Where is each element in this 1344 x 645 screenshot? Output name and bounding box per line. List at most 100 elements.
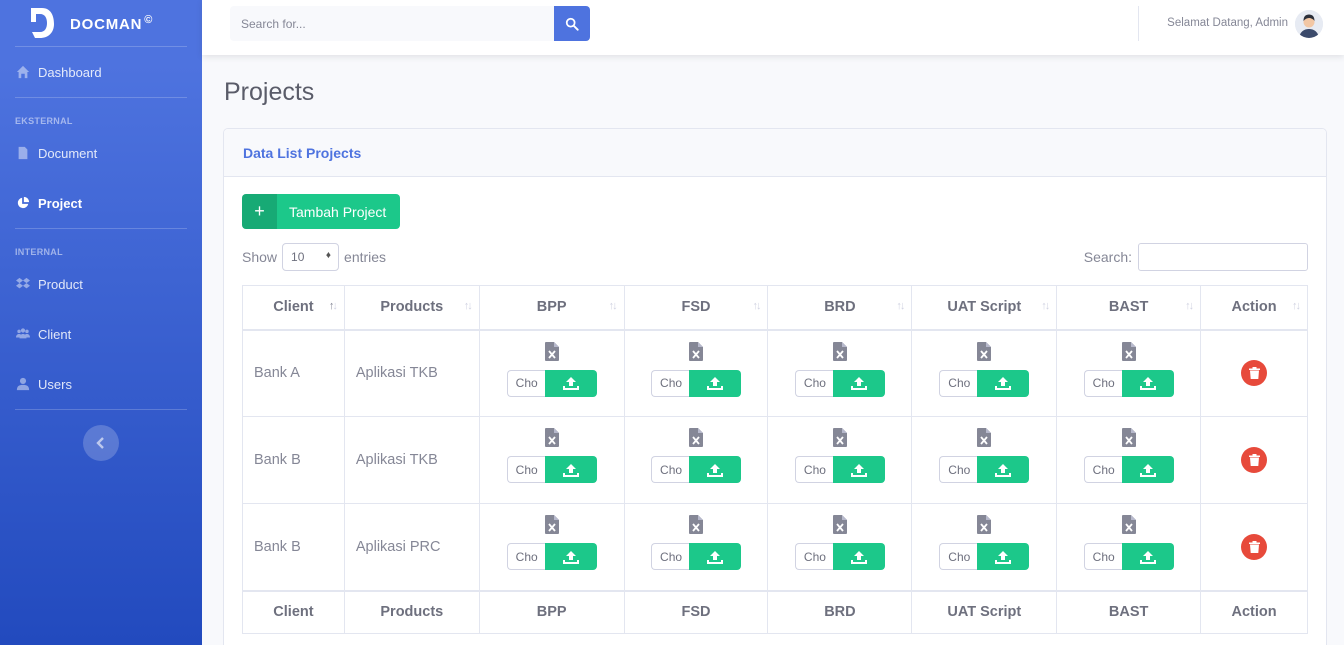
trash-icon — [1248, 367, 1260, 380]
column-header[interactable]: BAST ↑↓ — [1056, 285, 1202, 331]
choose-file-input[interactable]: Cho — [651, 369, 690, 397]
file-excel-icon — [1121, 428, 1136, 447]
home-icon — [16, 65, 30, 79]
brand[interactable]: DOCMAN © — [0, 0, 202, 46]
upload-button[interactable] — [1121, 369, 1174, 397]
search-button[interactable] — [554, 6, 590, 41]
file-upload: Cho — [794, 369, 885, 397]
sidebar-item-document[interactable]: Document — [0, 128, 202, 178]
sidebar-item-product[interactable]: Product — [0, 259, 202, 309]
sidebar-item-client[interactable]: Client — [0, 309, 202, 359]
choose-file-input[interactable]: Cho — [1083, 369, 1122, 397]
file-upload: Cho — [794, 456, 885, 483]
delete-button[interactable] — [1241, 447, 1268, 473]
column-header[interactable]: BRD ↑↓ — [767, 285, 913, 331]
client-cell: Bank B — [242, 416, 345, 504]
column-header[interactable]: BPP ↑↓ — [478, 285, 625, 331]
upload-icon — [1139, 463, 1156, 477]
column-header-label: Action — [1231, 299, 1277, 316]
sidebar-item-label: Project — [38, 195, 83, 211]
choose-file-input[interactable]: Cho — [1083, 456, 1122, 483]
choose-file-input[interactable]: Cho — [939, 543, 978, 570]
column-header[interactable]: UAT Script ↑↓ — [911, 285, 1058, 331]
column-footer: Action — [1200, 589, 1308, 634]
upload-button[interactable] — [832, 369, 885, 397]
sidebar-item-dashboard[interactable]: Dashboard — [0, 47, 202, 97]
delete-button[interactable] — [1241, 360, 1268, 387]
user-greeting[interactable]: Selamat Datang, Admin — [1167, 17, 1288, 29]
uat-script-cell: Cho — [911, 416, 1058, 504]
upload-button[interactable] — [832, 543, 885, 570]
upload-button[interactable] — [977, 456, 1030, 483]
dropbox-icon — [16, 277, 30, 291]
sidebar-toggle-button[interactable] — [83, 425, 119, 461]
upload-icon — [850, 463, 867, 477]
column-footer: UAT Script — [911, 589, 1058, 634]
upload-button[interactable] — [1121, 456, 1174, 483]
column-header[interactable]: FSD ↑↓ — [623, 285, 769, 331]
sidebar-item-label: Client — [38, 326, 72, 342]
choose-file-input[interactable]: Cho — [506, 456, 545, 483]
entries-label: entries — [344, 249, 387, 265]
trash-icon — [1248, 540, 1260, 553]
sidebar-item-label: Dashboard — [38, 64, 102, 80]
delete-button[interactable] — [1241, 533, 1268, 560]
choose-file-input[interactable]: Cho — [651, 543, 690, 570]
column-header-label: FSD — [681, 299, 711, 316]
search-input[interactable] — [230, 6, 554, 41]
upload-button[interactable] — [544, 369, 597, 397]
choose-file-input[interactable]: Cho — [794, 543, 833, 570]
product-cell: Aplikasi PRC — [343, 503, 480, 591]
file-excel-icon — [689, 341, 704, 361]
choose-file-input[interactable]: Cho — [1083, 543, 1122, 570]
choose-file-input[interactable]: Cho — [651, 456, 690, 483]
product-cell: Aplikasi TKB — [343, 416, 480, 504]
brd-cell: Cho — [767, 329, 913, 417]
choose-file-input[interactable]: Cho — [939, 369, 978, 397]
action-cell — [1200, 416, 1308, 504]
column-header[interactable]: Client ↑↓ — [242, 285, 345, 331]
sidebar-item-project[interactable]: Project — [0, 178, 202, 228]
file-upload: Cho — [651, 456, 742, 483]
file-upload: Cho — [939, 369, 1030, 397]
choose-file-input[interactable]: Cho — [506, 543, 545, 570]
action-cell — [1200, 329, 1308, 417]
upload-button[interactable] — [1121, 543, 1174, 570]
file-excel-icon — [1121, 341, 1136, 361]
upload-icon — [562, 550, 579, 564]
upload-button[interactable] — [544, 543, 597, 570]
file-upload: Cho — [794, 543, 885, 570]
file-excel-icon — [689, 428, 704, 447]
users-group-icon — [16, 327, 30, 341]
upload-button[interactable] — [689, 456, 742, 483]
upload-button[interactable] — [544, 456, 597, 483]
entries-select[interactable]: 10 — [282, 243, 340, 271]
choose-file-input[interactable]: Cho — [939, 456, 978, 483]
sidebar-item-users[interactable]: Users — [0, 359, 202, 409]
choose-file-input[interactable]: Cho — [506, 369, 545, 397]
upload-button[interactable] — [689, 369, 742, 397]
avatar[interactable] — [1295, 10, 1323, 38]
table-footer-row: Client Products BPP FSD BRD UAT Script BAST Act… — [242, 589, 1308, 634]
upload-button[interactable] — [689, 543, 742, 570]
file-excel-icon — [832, 428, 847, 447]
choose-file-input[interactable]: Cho — [794, 456, 833, 483]
sidebar-item-label: Document — [38, 145, 98, 161]
upload-button[interactable] — [832, 456, 885, 483]
column-header[interactable]: Products ↑↓ — [343, 285, 480, 331]
fsd-cell: Cho — [623, 329, 769, 417]
topbar-search — [230, 6, 590, 41]
sidebar: DOCMAN © Dashboard EKSTERNAL Document Pro… — [0, 0, 202, 645]
upload-button[interactable] — [977, 543, 1030, 570]
table-search-input[interactable] — [1138, 243, 1308, 271]
projects-table: Client ↑↓ Products ↑↓ BPP ↑↓ FSD ↑↓ BRD ↑↓ UAT Scr… — [242, 285, 1308, 634]
upload-button[interactable] — [977, 369, 1030, 397]
show-label: Show — [242, 249, 278, 265]
column-footer: BRD — [767, 589, 913, 634]
add-project-button[interactable]: + Tambah Project — [242, 194, 400, 229]
column-header[interactable]: Action ↑↓ — [1200, 285, 1308, 331]
choose-file-input[interactable]: Cho — [794, 369, 833, 397]
uat-script-cell: Cho — [911, 329, 1058, 417]
column-footer: Products — [343, 589, 480, 634]
bpp-cell: Cho — [478, 329, 625, 417]
